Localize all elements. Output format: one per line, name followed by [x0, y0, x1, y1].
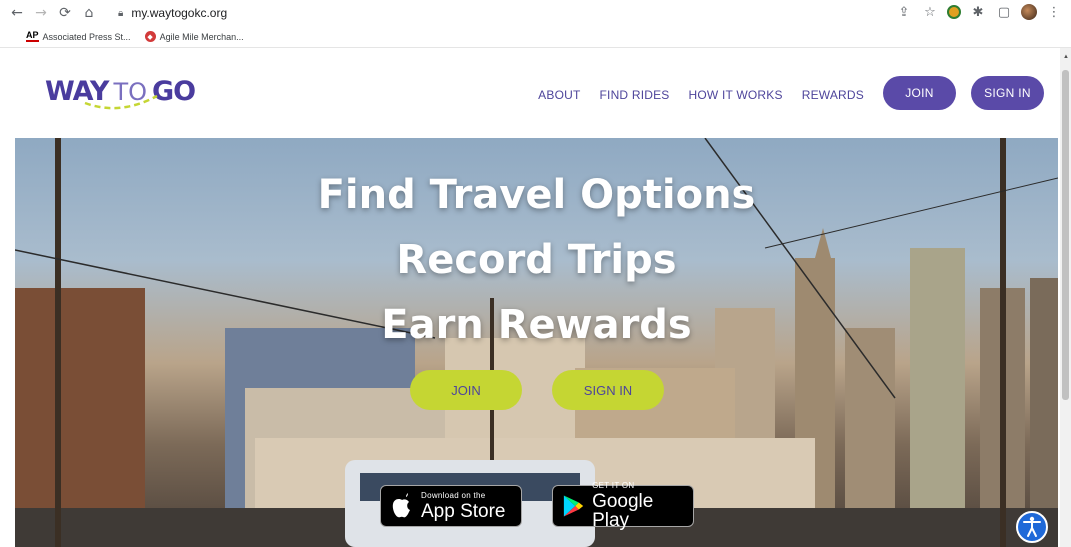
- apple-icon: [392, 493, 410, 518]
- extensions-puzzle-icon[interactable]: ✱: [969, 3, 987, 21]
- bookmark-agile-mile[interactable]: ◆ Agile Mile Merchan...: [144, 31, 244, 42]
- scroll-thumb[interactable]: [1062, 70, 1069, 400]
- menu-kebab-icon[interactable]: ⋮: [1045, 3, 1063, 21]
- header-join-button[interactable]: JOIN: [883, 76, 956, 110]
- app-store-button[interactable]: Download on the App Store: [380, 485, 522, 527]
- profile-avatar[interactable]: [1021, 4, 1037, 20]
- scroll-up-icon[interactable]: ▲: [1063, 54, 1069, 60]
- nav-how-it-works[interactable]: HOW IT WORKS: [689, 88, 783, 102]
- nav-about[interactable]: ABOUT: [538, 88, 580, 102]
- logo-way: WAY: [45, 76, 109, 107]
- bookmark-associated-press[interactable]: AP Associated Press St...: [26, 31, 131, 42]
- google-play-icon: [563, 495, 584, 517]
- google-play-button[interactable]: GET IT ON Google Play: [552, 481, 694, 531]
- header-sign-in-button[interactable]: SIGN IN: [971, 76, 1044, 110]
- back-arrow-icon[interactable]: ←: [6, 2, 28, 24]
- google-play-big-text: Google Play: [592, 491, 654, 531]
- hero-section: Find Travel Options Record Trips Earn Re…: [15, 138, 1058, 547]
- logo-go: GO: [152, 76, 196, 107]
- toolbar-actions: ⇪ ☆ ✱ ▢ ⋮: [895, 3, 1063, 21]
- address-bar[interactable]: 🔒︎ my.waytogokc.org: [118, 3, 898, 23]
- bookmarks-bar: AP Associated Press St... ◆ Agile Mile M…: [0, 26, 1071, 48]
- nav-rewards[interactable]: REWARDS: [802, 88, 864, 102]
- extension-icon[interactable]: [947, 5, 961, 19]
- home-icon[interactable]: ⌂: [78, 2, 100, 24]
- nav-find-rides[interactable]: FIND RIDES: [600, 88, 670, 102]
- reload-icon[interactable]: ⟳: [54, 2, 76, 24]
- bookmark-label: Associated Press St...: [42, 31, 131, 42]
- side-panel-icon[interactable]: ▢: [995, 3, 1013, 21]
- google-play-small-text: GET IT ON: [592, 481, 635, 490]
- main-nav: ABOUT FIND RIDES HOW IT WORKS REWARDS: [538, 88, 864, 102]
- ap-favicon-icon: AP: [26, 30, 39, 42]
- url-text: my.waytogokc.org: [131, 6, 228, 20]
- bookmark-label: Agile Mile Merchan...: [159, 31, 244, 42]
- way-to-go-logo[interactable]: WAY TO GO: [45, 76, 196, 110]
- accessibility-button[interactable]: [1016, 511, 1048, 543]
- hero-headline-1: Find Travel Options: [317, 172, 756, 218]
- hero-join-button[interactable]: JOIN: [410, 370, 522, 410]
- share-icon[interactable]: ⇪: [895, 3, 913, 21]
- lock-icon[interactable]: 🔒︎: [118, 8, 123, 19]
- hero-sign-in-button[interactable]: SIGN IN: [552, 370, 664, 410]
- site-header: WAY TO GO ABOUT FIND RIDES HOW IT WORKS …: [0, 48, 1060, 138]
- hero-headline-3: Earn Rewards: [381, 302, 692, 348]
- accessibility-icon: [1023, 516, 1041, 537]
- page-scrollbar[interactable]: ▲: [1060, 48, 1071, 547]
- app-store-small-text: Download on the: [421, 490, 486, 500]
- browser-toolbar: ← → ⟳ ⌂ 🔒︎ my.waytogokc.org ⇪ ☆ ✱ ▢ ⋮: [0, 0, 1071, 26]
- logo-to: TO: [113, 78, 147, 106]
- agile-mile-favicon-icon: ◆: [144, 31, 156, 42]
- bookmark-star-icon[interactable]: ☆: [921, 3, 939, 21]
- hero-headline-2: Record Trips: [396, 237, 677, 283]
- forward-arrow-icon[interactable]: →: [30, 2, 52, 24]
- app-store-big-text: App Store: [421, 500, 506, 522]
